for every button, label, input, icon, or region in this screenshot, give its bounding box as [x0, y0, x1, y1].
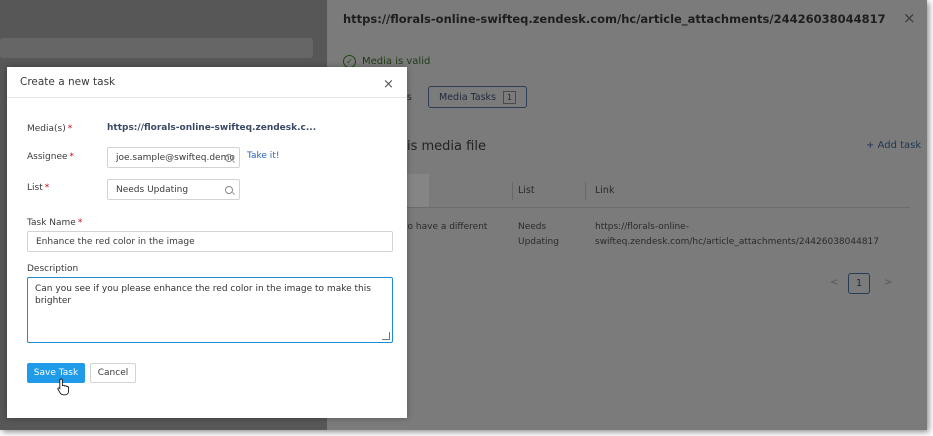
task-name-value: Enhance the red color in the image: [36, 236, 195, 247]
task-name-input[interactable]: Enhance the red color in the image: [27, 231, 393, 252]
description-label: Description: [27, 264, 79, 274]
pager-prev-icon[interactable]: <: [830, 277, 838, 288]
save-task-button[interactable]: Save Task: [27, 363, 85, 383]
row-link-cell[interactable]: https://florals-online- swifteq.zendesk.…: [595, 220, 879, 250]
tab-media-tasks-label: Media Tasks: [439, 91, 497, 103]
tasks-table-header: List Link: [347, 174, 910, 208]
list-value: Needs Updating: [116, 184, 189, 195]
assignee-label: Assignee *: [27, 152, 75, 162]
pager-page-1[interactable]: 1: [848, 273, 870, 294]
resize-handle-icon[interactable]: [382, 332, 390, 340]
app-window: https://florals-online-swifteq.zendesk.c…: [0, 0, 927, 430]
row-list-line1: Needs: [518, 222, 547, 232]
panel-close-icon[interactable]: ×: [903, 11, 916, 26]
media-value: https://florals-online-swifteq.zendesk.c…: [107, 123, 317, 133]
search-icon: [225, 154, 233, 162]
row-task-cell: to have a different: [404, 222, 488, 232]
modal-header: Create a new task ×: [7, 67, 407, 98]
modal-close-icon[interactable]: ×: [383, 78, 394, 91]
header-list: List: [518, 185, 535, 196]
header-link: Link: [595, 185, 615, 196]
hand-cursor-icon: [57, 378, 70, 396]
add-task-link[interactable]: + Add task: [866, 140, 921, 151]
valid-text: Media is valid: [362, 56, 431, 67]
description-value: Can you see if you please enhance the re…: [35, 284, 371, 306]
search-icon: [225, 186, 233, 194]
section-title: is media file: [407, 139, 486, 154]
list-select[interactable]: Needs Updating: [107, 179, 240, 200]
cancel-button[interactable]: Cancel: [90, 363, 136, 383]
media-details-panel: https://florals-online-swifteq.zendesk.c…: [327, 0, 927, 430]
panel-url-title: https://florals-online-swifteq.zendesk.c…: [343, 12, 886, 26]
row-list-cell: Needs Updating: [518, 220, 559, 250]
description-textarea[interactable]: Can you see if you please enhance the re…: [27, 277, 393, 343]
column-divider: [512, 182, 513, 200]
media-label: Media(s) *: [27, 124, 73, 134]
row-link-line2: swifteq.zendesk.com/hc/article_attachmen…: [595, 237, 880, 247]
row-list-line2: Updating: [518, 237, 559, 247]
list-label: List *: [27, 183, 50, 193]
background-bar: [0, 38, 313, 58]
tab-count-badge: 1: [503, 90, 517, 104]
pager-next-icon[interactable]: >: [884, 277, 892, 288]
create-task-modal: Create a new task × Media(s) * https://fl…: [7, 67, 407, 418]
column-divider: [585, 182, 586, 200]
row-link-line1: https://florals-online-: [595, 222, 689, 232]
tab-media-tasks[interactable]: Media Tasks 1: [428, 86, 528, 108]
task-name-label: Task Name *: [27, 218, 83, 228]
assignee-value: joe.sample@swifteq.demo: [116, 152, 235, 163]
assignee-input[interactable]: joe.sample@swifteq.demo: [107, 147, 240, 168]
modal-title: Create a new task: [20, 76, 116, 88]
take-it-link[interactable]: Take it!: [247, 151, 279, 161]
